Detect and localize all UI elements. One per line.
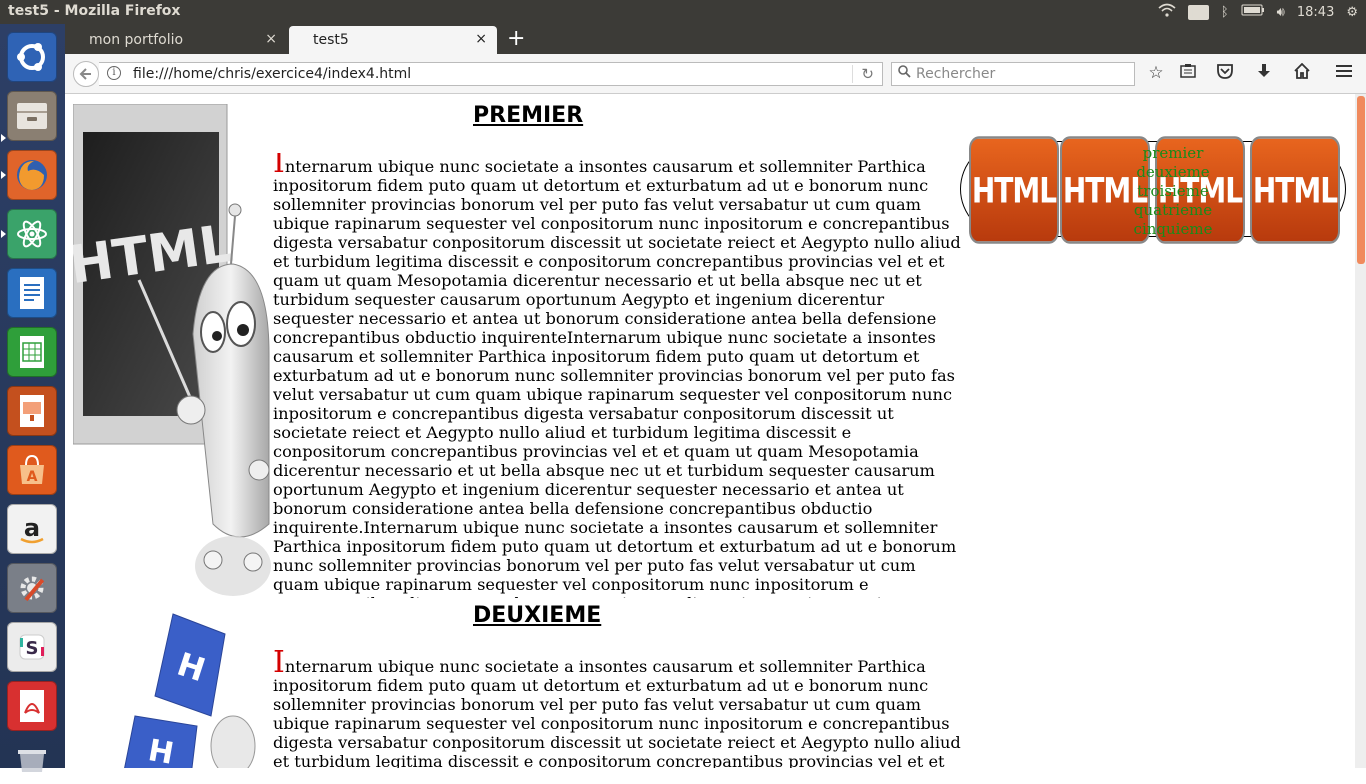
tab-strip: mon portfolio × test5 × + bbox=[65, 24, 1366, 54]
clock[interactable]: 18:43 bbox=[1297, 5, 1334, 20]
ubuntu-dash-icon[interactable] bbox=[7, 32, 57, 82]
paragraph-text: nternarum ubique nunc societate a insont… bbox=[273, 157, 961, 598]
navigation-toolbar: i file:///home/chris/exercice4/index4.ht… bbox=[65, 54, 1366, 94]
page-scrollbar[interactable] bbox=[1355, 94, 1366, 768]
bookmark-star-icon[interactable]: ☆ bbox=[1145, 63, 1167, 83]
firefox-icon[interactable] bbox=[7, 150, 57, 200]
wifi-icon[interactable] bbox=[1158, 3, 1176, 21]
back-button[interactable] bbox=[73, 61, 99, 87]
reader-list-icon[interactable] bbox=[1177, 63, 1199, 84]
tab-mon-portfolio[interactable]: mon portfolio × bbox=[65, 26, 287, 54]
search-icon bbox=[898, 65, 911, 82]
trash-icon[interactable] bbox=[7, 734, 57, 784]
svg-text:S: S bbox=[26, 638, 39, 659]
url-bar[interactable]: i file:///home/chris/exercice4/index4.ht… bbox=[99, 62, 883, 86]
menu-icon[interactable] bbox=[1333, 63, 1355, 83]
html-badge-icon: HTML bbox=[969, 136, 1059, 244]
tab-label: test5 bbox=[313, 32, 349, 48]
scrollbar-thumb[interactable] bbox=[1357, 96, 1365, 264]
site-info-icon[interactable]: i bbox=[107, 66, 121, 80]
html-badge-icon: HTML bbox=[1250, 136, 1340, 244]
paragraph-text: nternarum ubique nunc societate a insont… bbox=[273, 657, 961, 768]
block-letter: H bbox=[146, 733, 177, 768]
impress-icon[interactable] bbox=[7, 386, 57, 436]
section-heading-deuxieme: DEUXIEME bbox=[473, 603, 602, 628]
nav-link-cinquieme[interactable]: cinquieme bbox=[1133, 220, 1213, 239]
html-blocks-illustration: H H bbox=[115, 606, 275, 768]
close-tab-icon[interactable]: × bbox=[265, 31, 277, 47]
pdf-reader-icon[interactable] bbox=[7, 681, 57, 731]
nav-link-premier[interactable]: premier bbox=[1133, 144, 1213, 163]
page-content: HTML H H PREMIER Internarum ubique nunc bbox=[65, 94, 1355, 768]
close-tab-icon[interactable]: × bbox=[475, 31, 487, 47]
pocket-icon[interactable] bbox=[1214, 63, 1236, 84]
home-icon[interactable] bbox=[1291, 62, 1313, 84]
dropcap: I bbox=[273, 645, 285, 680]
atom-icon[interactable] bbox=[7, 209, 57, 259]
running-indicator bbox=[1, 230, 6, 238]
search-placeholder: Rechercher bbox=[916, 66, 996, 82]
svg-text:A: A bbox=[27, 469, 38, 485]
bluetooth-icon[interactable]: ᛒ bbox=[1221, 5, 1229, 20]
svg-text:a: a bbox=[24, 514, 40, 542]
running-indicator bbox=[1, 171, 6, 179]
reload-icon[interactable]: ↻ bbox=[852, 65, 874, 83]
new-tab-button[interactable]: + bbox=[507, 26, 525, 51]
nav-menu-capsule: HTML HTML HTML HTML premier deuxieme tro… bbox=[960, 136, 1346, 244]
download-icon[interactable] bbox=[1253, 63, 1275, 84]
volume-icon[interactable]: 🔊︎ bbox=[1277, 5, 1285, 20]
section-heading-premier: PREMIER bbox=[473, 103, 584, 128]
window-title: test5 - Mozilla Firefox bbox=[8, 3, 181, 19]
software-center-icon[interactable]: A bbox=[7, 445, 57, 495]
calc-icon[interactable] bbox=[7, 327, 57, 377]
power-gear-icon[interactable]: ⚙ bbox=[1346, 5, 1358, 20]
files-icon[interactable] bbox=[7, 91, 57, 141]
section-paragraph: Internarum ubique nunc societate a inson… bbox=[273, 153, 965, 598]
nav-link-quatrieme[interactable]: quatrieme bbox=[1133, 201, 1213, 220]
writer-icon[interactable] bbox=[7, 268, 57, 318]
search-box[interactable]: Rechercher bbox=[891, 62, 1135, 86]
slack-icon[interactable]: S bbox=[7, 622, 57, 672]
nav-link-troisieme[interactable]: troisieme bbox=[1133, 182, 1213, 201]
running-indicator bbox=[1, 134, 6, 142]
system-settings-icon[interactable] bbox=[7, 563, 57, 613]
tab-test5[interactable]: test5 × bbox=[289, 26, 497, 54]
nav-link-deuxieme[interactable]: deuxieme bbox=[1133, 163, 1213, 182]
tab-label: mon portfolio bbox=[89, 32, 184, 48]
launcher: A a S bbox=[0, 24, 65, 772]
system-tray: Fr ᛒ 🔊︎ 18:43 ⚙ bbox=[1158, 2, 1358, 22]
section-paragraph: Internarum ubique nunc societate a inson… bbox=[273, 648, 965, 769]
keyboard-layout-indicator[interactable]: Fr bbox=[1188, 4, 1209, 20]
url-text: file:///home/chris/exercice4/index4.html bbox=[133, 66, 412, 82]
html-chalkboard-illustration: HTML bbox=[66, 103, 273, 604]
battery-icon[interactable] bbox=[1241, 4, 1265, 20]
amazon-icon[interactable]: a bbox=[7, 504, 57, 554]
nav-links: premier deuxieme troisieme quatrieme cin… bbox=[1133, 144, 1213, 239]
system-top-panel: test5 - Mozilla Firefox Fr ᛒ 🔊︎ 18:43 ⚙ bbox=[0, 0, 1366, 24]
